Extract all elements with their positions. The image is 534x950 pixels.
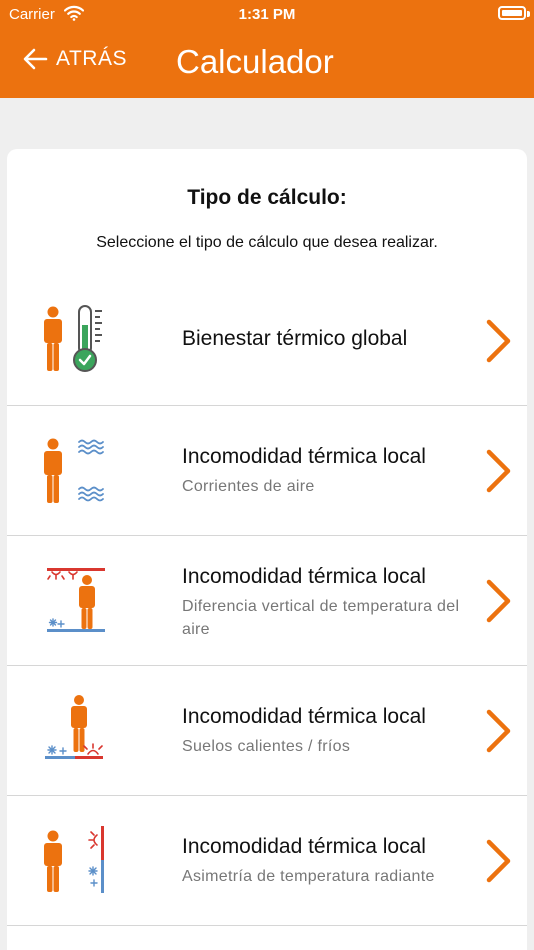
row-title: Incomodidad térmica local [182,705,426,728]
chevron-right-icon [486,839,511,883]
chevron-right-icon [486,709,511,753]
back-label: ATRÁS [56,47,127,70]
card-title: Tipo de cálculo: [187,186,347,209]
row-title: Incomodidad térmica local [182,565,426,588]
list-item-asimetria-radiante[interactable]: Incomodidad térmica local Asimetría de t… [7,796,527,926]
arrow-left-icon [23,48,48,70]
row-text: Bienestar térmico global [182,327,472,351]
row-text: Incomodidad térmica local Corrientes de … [182,445,472,498]
page-title: Calculador [176,43,334,80]
chevron-right-icon [486,319,511,363]
chevron-right-icon [486,579,511,623]
status-bar: Carrier 1:31 PM [0,0,534,30]
row-text: Incomodidad térmica local Suelos calient… [182,705,472,758]
row-title: Bienestar térmico global [182,327,408,350]
list-item-bienestar-global[interactable]: Bienestar térmico global [7,276,527,406]
back-button[interactable]: ATRÁS [22,47,127,71]
row-subtitle: Suelos calientes / fríos [182,738,351,755]
status-time: 1:31 PM [238,6,296,23]
row-subtitle: Corrientes de aire [182,478,315,495]
person-vertical-temperature-icon [47,568,105,632]
person-floor-temperature-icon [45,695,103,759]
list-item-corrientes-aire[interactable]: Incomodidad térmica local Corrientes de … [7,406,527,536]
battery-tip [527,11,530,17]
list-item-suelos[interactable]: Incomodidad térmica local Suelos calient… [7,666,527,796]
row-title: Incomodidad térmica local [182,445,426,468]
row-text: Incomodidad térmica local Diferencia ver… [182,565,472,641]
row-subtitle: Asimetría de temperatura radiante [182,868,435,885]
battery-icon [498,6,526,20]
chevron-right-icon [486,449,511,493]
card-subtitle: Seleccione el tipo de cálculo que desea … [96,234,438,251]
person-radiant-asymmetry-icon [44,826,104,893]
row-text: Incomodidad térmica local Asimetría de t… [182,835,472,888]
row-title: Incomodidad térmica local [182,835,426,858]
row-subtitle: Diferencia vertical de temperatura del a… [182,598,460,638]
person-thermometer-icon [44,305,102,372]
app-header: Carrier 1:31 PM ATRÁS Calculador [0,0,534,98]
calculation-type-card: Tipo de cálculo: Seleccione el tipo de c… [7,149,527,950]
list-item-diferencia-vertical[interactable]: Incomodidad térmica local Diferencia ver… [7,536,527,666]
person-air-draft-icon [44,438,104,503]
